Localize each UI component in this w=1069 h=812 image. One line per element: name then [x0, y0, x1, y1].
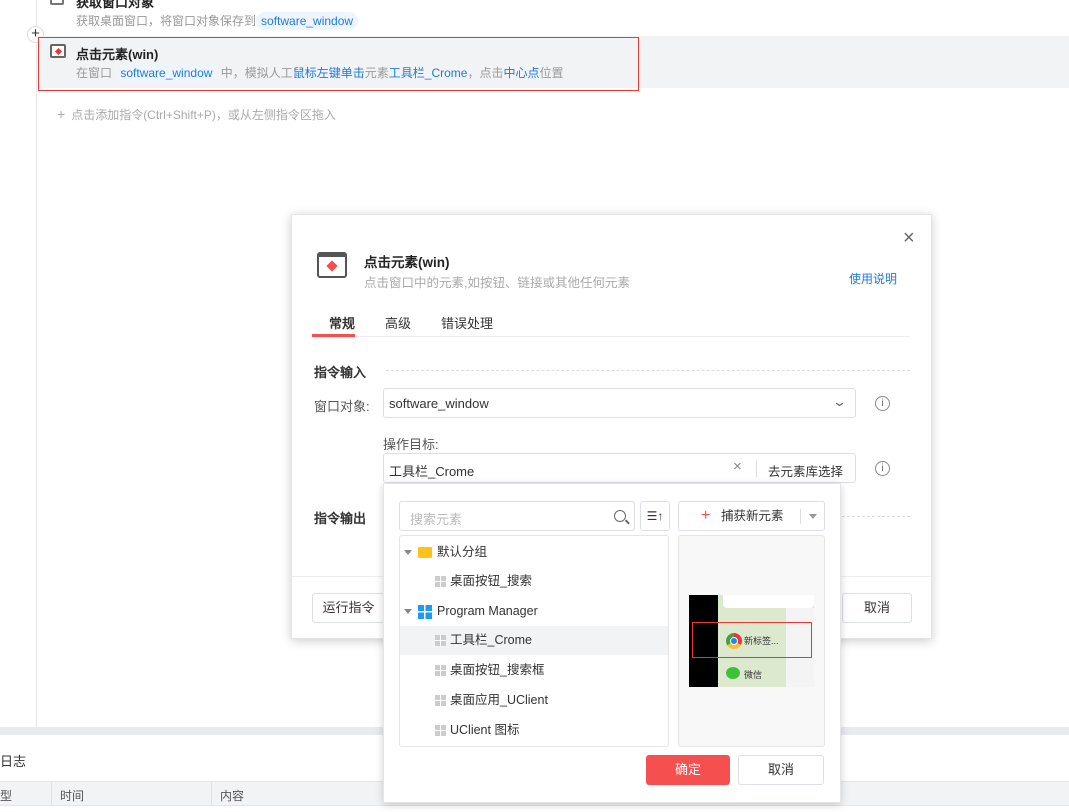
- log-title: 日志: [0, 754, 27, 769]
- dialog-title: 点击元素(win): [364, 255, 450, 270]
- search-icon[interactable]: [614, 510, 630, 525]
- picker-cancel-button[interactable]: 取消: [738, 755, 824, 785]
- step-title: 点击元素(win): [76, 47, 159, 62]
- caret-down-icon[interactable]: [809, 514, 817, 519]
- section-input-title: 指令输入: [314, 365, 367, 380]
- wechat-icon: [726, 667, 740, 679]
- col-time: 时间: [60, 789, 85, 803]
- element-icon: [435, 576, 446, 588]
- window-object-label: 窗口对象:: [314, 399, 370, 414]
- run-instruction-button[interactable]: 运行指令: [312, 593, 385, 623]
- click-element-icon: [317, 252, 347, 278]
- plus-icon: +: [701, 507, 711, 524]
- cancel-button[interactable]: 取消: [842, 593, 912, 623]
- click-element-icon: [50, 44, 66, 58]
- tree-item[interactable]: 桌面应用_UClient: [400, 686, 668, 715]
- expand-arrow-icon: [404, 609, 412, 615]
- search-placeholder: 搜索元素: [410, 512, 463, 527]
- var-chip[interactable]: software_window: [256, 12, 359, 30]
- sort-button[interactable]: ☰↑: [640, 501, 670, 531]
- desc-text: 获取桌面窗口，将窗口对象保存到: [76, 14, 257, 28]
- step-desc[interactable]: 获取桌面窗口，将窗口对象保存到 software_window: [76, 12, 359, 30]
- element-highlight-box: [692, 622, 812, 658]
- tree-group-program-manager[interactable]: Program Manager: [400, 597, 668, 626]
- capture-new-element-button[interactable]: + 捕获新元素: [678, 501, 825, 531]
- element-icon: [435, 695, 446, 707]
- sort-icon: ☰↑: [646, 509, 664, 523]
- tab-general[interactable]: 常规: [329, 313, 355, 332]
- help-link[interactable]: 使用说明: [849, 270, 897, 287]
- tree-item-selected[interactable]: 工具栏_Crome: [400, 626, 668, 655]
- element-preview: 新标签... 微信: [678, 535, 825, 747]
- window-object-select[interactable]: software_window ⌄: [383, 388, 856, 418]
- element-picker-popup: 搜索元素 ☰↑ + 捕获新元素 默认分组 桌面按钮_搜索 Program Man…: [383, 483, 841, 803]
- info-icon[interactable]: i: [875, 396, 890, 411]
- confirm-button[interactable]: 确定: [646, 755, 730, 785]
- tree-item[interactable]: 桌面按钮_搜索: [400, 567, 668, 596]
- close-icon[interactable]: ×: [903, 227, 915, 250]
- tab-error-handling[interactable]: 错误处理: [441, 313, 493, 332]
- element-tree: 默认分组 桌面按钮_搜索 Program Manager 工具栏_Crome 桌…: [399, 535, 669, 747]
- element-icon: [435, 725, 446, 737]
- chevron-down-icon: ⌄: [831, 394, 848, 409]
- plus-icon: +: [57, 106, 66, 122]
- step-desc: 在窗口 software_window 中，模拟人工鼠标左键单击元素工具栏_Cr…: [76, 64, 564, 82]
- clear-icon[interactable]: ×: [733, 458, 742, 475]
- info-icon[interactable]: i: [875, 461, 890, 476]
- windows-icon: [418, 604, 432, 619]
- flow-gutter: [36, 0, 37, 727]
- preview-screenshot: 新标签... 微信: [689, 595, 814, 687]
- capture-label: 捕获新元素: [721, 509, 784, 523]
- col-content: 内容: [220, 789, 245, 803]
- select-value: software_window: [389, 396, 489, 411]
- folder-icon: [418, 547, 432, 559]
- element-icon: [435, 665, 446, 677]
- tree-group-default[interactable]: 默认分组: [400, 538, 668, 567]
- step-title: 获取窗口对象: [76, 0, 155, 10]
- tree-item[interactable]: 桌面按钮_搜索框: [400, 656, 668, 685]
- window-icon: [50, 0, 64, 5]
- section-output-title: 指令输出: [314, 511, 367, 526]
- tab-advanced[interactable]: 高级: [385, 313, 411, 332]
- pick-from-library-button[interactable]: 去元素库选择: [768, 461, 843, 480]
- target-label: 操作目标:: [383, 437, 439, 452]
- target-input[interactable]: 工具栏_Crome × 去元素库选择: [383, 453, 856, 483]
- input-value: 工具栏_Crome: [389, 464, 475, 479]
- tree-item[interactable]: UClient 图标: [400, 716, 668, 745]
- element-icon: [435, 635, 446, 647]
- add-instruction-hint[interactable]: + 点击添加指令(Ctrl+Shift+P)，或从左侧指令区拖入: [57, 106, 336, 123]
- col-type: 型: [0, 789, 13, 803]
- expand-arrow-icon: [404, 550, 412, 556]
- dialog-subtitle: 点击窗口中的元素,如按钮、链接或其他任何元素: [364, 276, 630, 290]
- var-chip[interactable]: software_window: [115, 64, 218, 82]
- element-search-input[interactable]: 搜索元素: [399, 501, 635, 531]
- active-tab-indicator: [312, 334, 355, 337]
